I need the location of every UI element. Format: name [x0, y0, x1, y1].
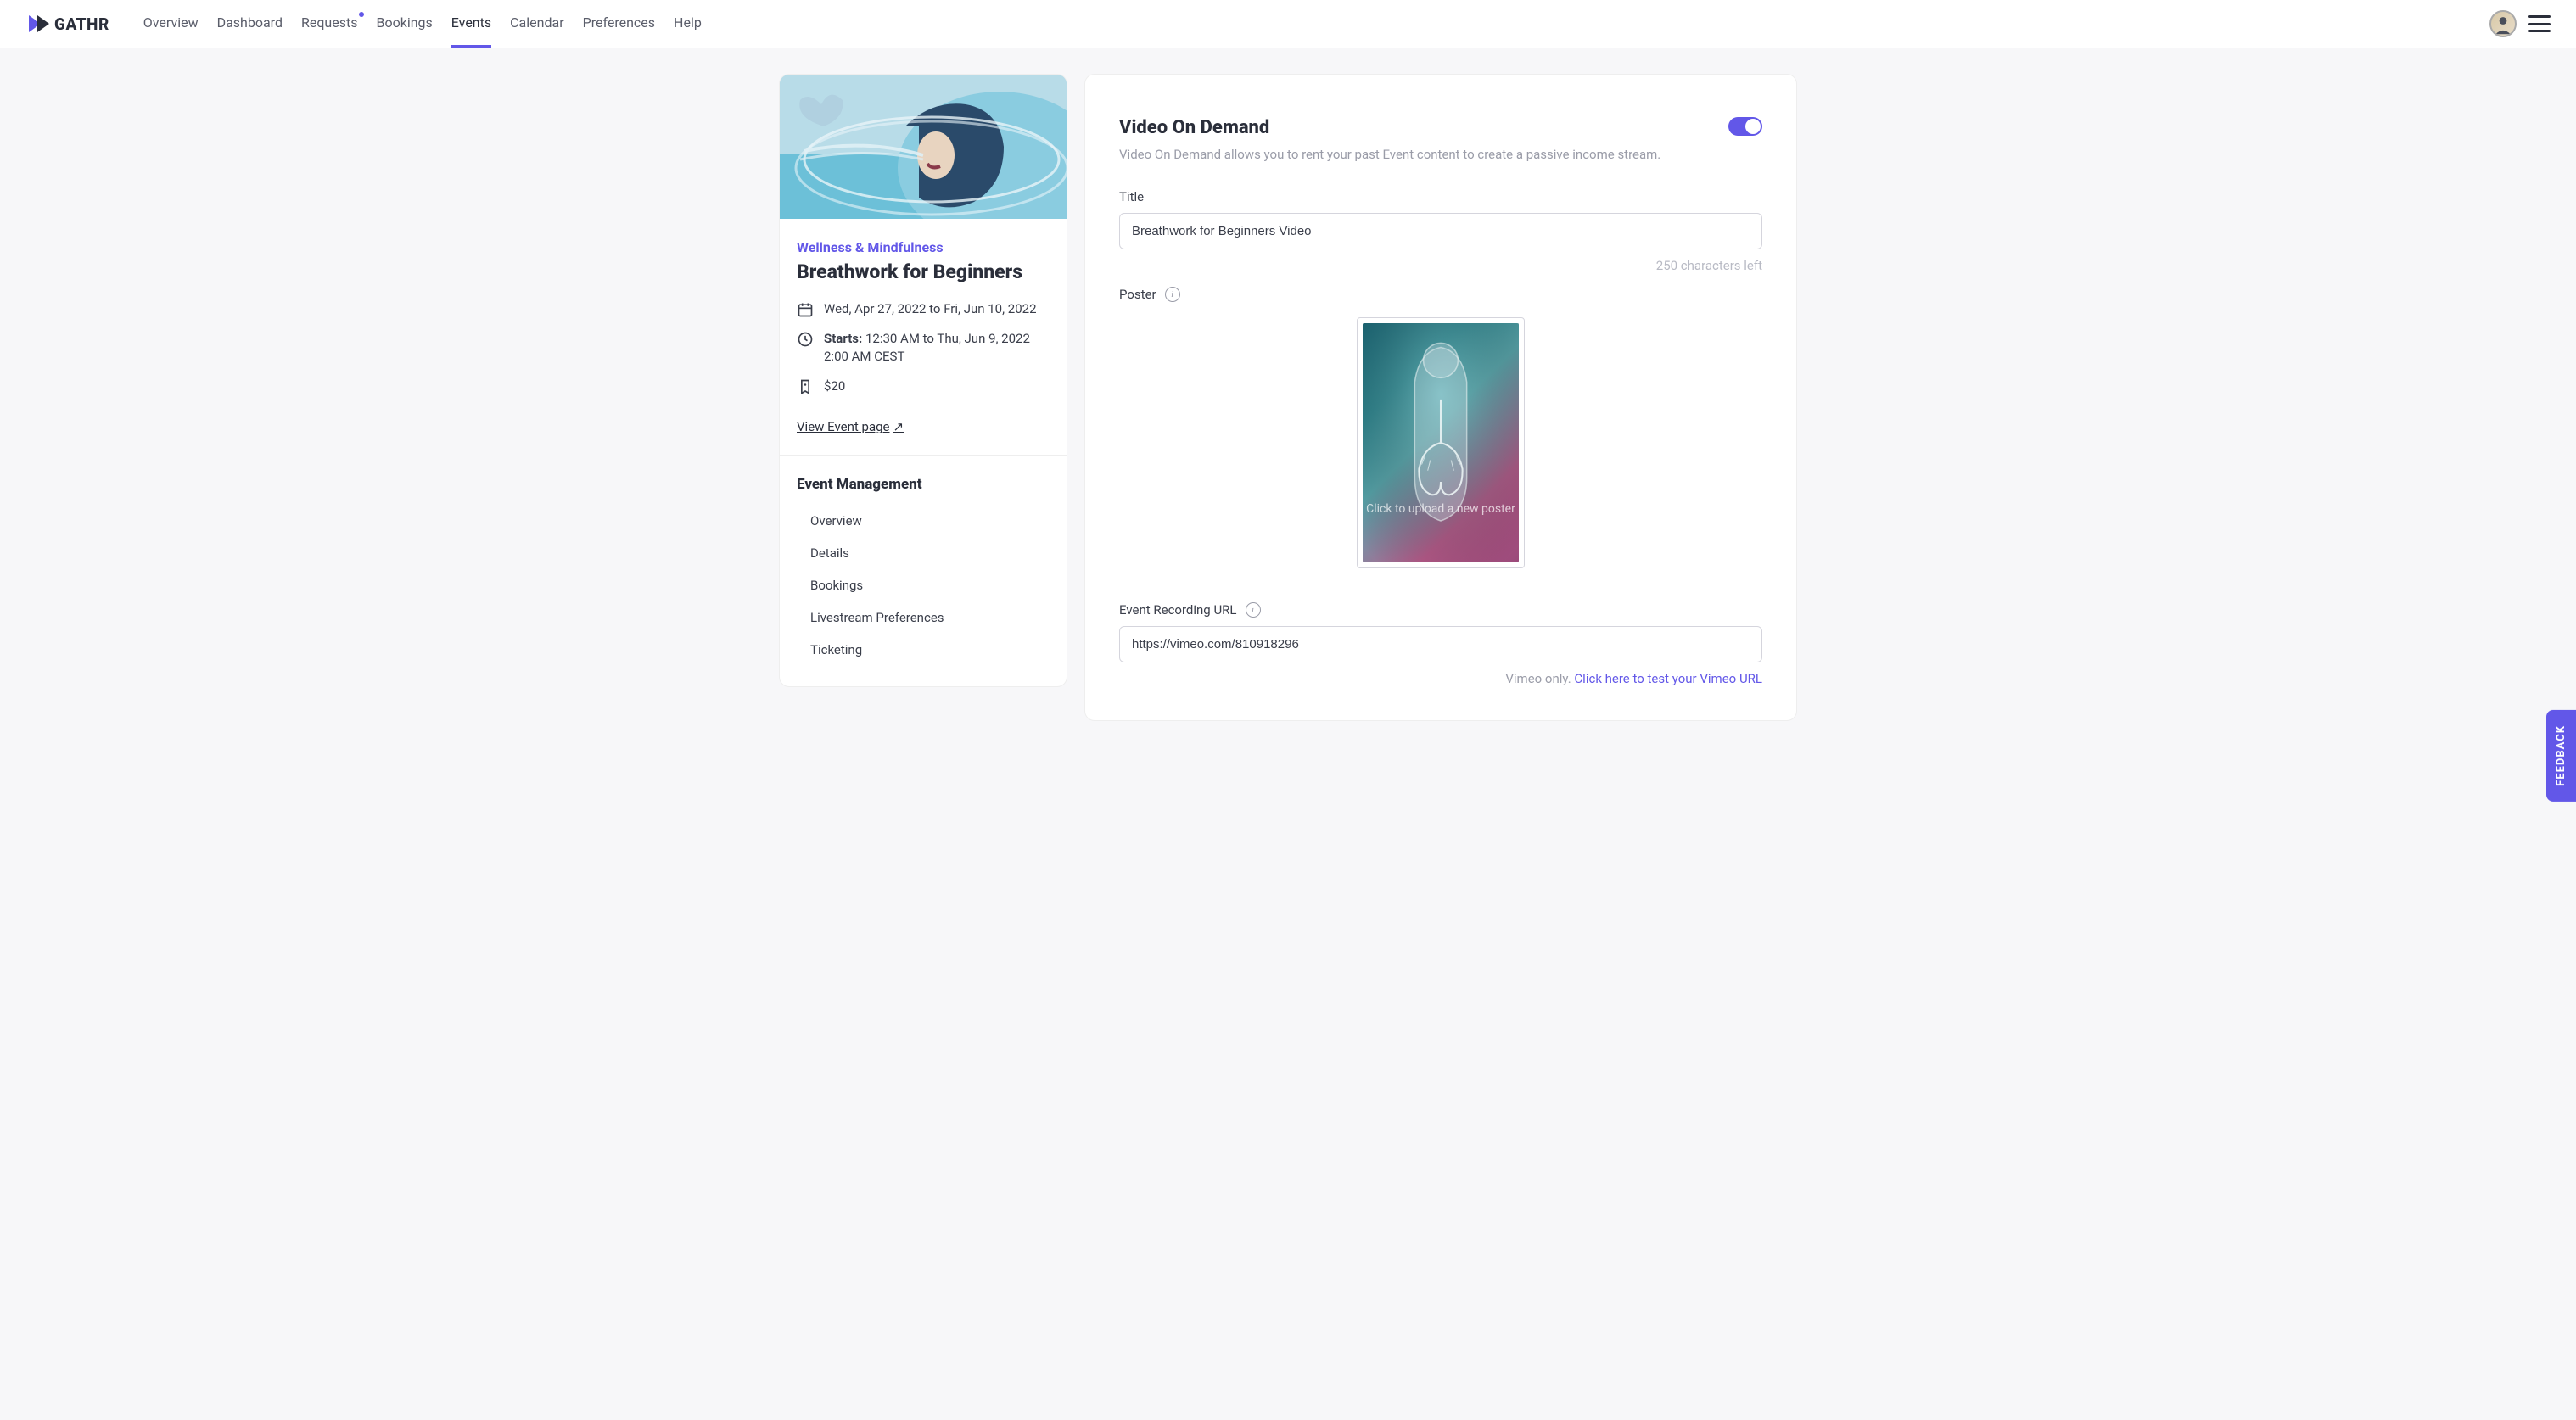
- event-title: Breathwork for Beginners: [797, 260, 1050, 283]
- event-category[interactable]: Wellness & Mindfulness: [797, 239, 1050, 255]
- logo-icon: [25, 14, 49, 34]
- nav-item-dashboard[interactable]: Dashboard: [217, 0, 283, 48]
- nav-item-events[interactable]: Events: [451, 0, 491, 48]
- event-date-text: Wed, Apr 27, 2022 to Fri, Jun 10, 2022: [824, 300, 1037, 318]
- management-item-livestream-preferences[interactable]: Livestream Preferences: [797, 601, 1050, 634]
- nav-item-requests[interactable]: Requests: [301, 0, 358, 48]
- recording-url-input[interactable]: [1119, 626, 1762, 662]
- nav-item-overview[interactable]: Overview: [143, 0, 199, 48]
- sidebar-body: Wellness & Mindfulness Breathwork for Be…: [780, 219, 1067, 686]
- poster-wrap: Click to upload a new poster: [1119, 317, 1762, 568]
- test-vimeo-url-link[interactable]: Click here to test your Vimeo URL: [1574, 671, 1762, 686]
- header-left: GATHR Overview Dashboard Requests Bookings E…: [25, 0, 702, 48]
- management-item-bookings[interactable]: Bookings: [797, 569, 1050, 601]
- section-head: Video On Demand: [1119, 117, 1762, 138]
- event-date-row: Wed, Apr 27, 2022 to Fri, Jun 10, 2022: [797, 300, 1050, 318]
- hamburger-menu-icon[interactable]: [2528, 15, 2551, 32]
- avatar-icon: [2491, 10, 2515, 37]
- brand-name: GATHR: [54, 14, 109, 34]
- main-nav: Overview Dashboard Requests Bookings Events C…: [143, 0, 702, 48]
- event-sidebar: Wellness & Mindfulness Breathwork for Be…: [779, 74, 1067, 687]
- event-management-heading: Event Management: [797, 476, 1050, 493]
- poster-upload[interactable]: Click to upload a new poster: [1357, 317, 1525, 568]
- main-panel: Video On Demand Video On Demand allows y…: [1084, 74, 1797, 721]
- feedback-tab[interactable]: FEEDBACK: [2546, 710, 2576, 802]
- brand-logo[interactable]: GATHR: [25, 14, 109, 34]
- ticket-icon: [797, 378, 814, 395]
- event-price-row: $20: [797, 377, 1050, 395]
- avatar[interactable]: [2489, 10, 2517, 37]
- sidebar-divider: [780, 455, 1067, 456]
- calendar-icon: [797, 301, 814, 318]
- title-char-count: 250 characters left: [1119, 258, 1762, 273]
- nav-item-bookings[interactable]: Bookings: [376, 0, 432, 48]
- event-time-text: Starts: 12:30 AM to Thu, Jun 9, 2022 2:0…: [824, 330, 1050, 366]
- vimeo-hint: Vimeo only. Click here to test your Vime…: [1119, 671, 1762, 686]
- top-nav: GATHR Overview Dashboard Requests Bookings E…: [0, 0, 2576, 48]
- info-icon[interactable]: i: [1246, 602, 1261, 618]
- nav-item-calendar[interactable]: Calendar: [510, 0, 563, 48]
- page-container: Wellness & Mindfulness Breathwork for Be…: [779, 48, 1797, 746]
- poster-overlay-text: Click to upload a new poster: [1363, 501, 1519, 517]
- nav-item-help[interactable]: Help: [674, 0, 702, 48]
- management-item-ticketing[interactable]: Ticketing: [797, 634, 1050, 666]
- event-price-text: $20: [824, 377, 845, 395]
- title-input[interactable]: [1119, 213, 1762, 249]
- view-event-page-link[interactable]: View Event page ↗: [797, 419, 904, 434]
- nav-item-preferences[interactable]: Preferences: [583, 0, 655, 48]
- event-hero-image: [780, 75, 1067, 219]
- poster-image: Click to upload a new poster: [1363, 323, 1519, 562]
- section-title: Video On Demand: [1119, 117, 1269, 138]
- title-label: Title: [1119, 189, 1762, 204]
- recording-url-label: Event Recording URL i: [1119, 602, 1762, 618]
- clock-icon: [797, 331, 814, 348]
- info-icon[interactable]: i: [1165, 287, 1180, 302]
- notification-dot-icon: [359, 12, 364, 17]
- management-item-overview[interactable]: Overview: [797, 505, 1050, 537]
- event-management-list: OverviewDetailsBookingsLivestream Prefer…: [797, 505, 1050, 666]
- management-item-details[interactable]: Details: [797, 537, 1050, 569]
- vod-toggle[interactable]: [1728, 117, 1762, 136]
- poster-label: Poster i: [1119, 287, 1762, 302]
- section-subtitle: Video On Demand allows you to rent your …: [1119, 147, 1713, 162]
- header-right: [2489, 10, 2551, 37]
- external-link-icon: ↗: [893, 419, 904, 434]
- event-time-row: Starts: 12:30 AM to Thu, Jun 9, 2022 2:0…: [797, 330, 1050, 366]
